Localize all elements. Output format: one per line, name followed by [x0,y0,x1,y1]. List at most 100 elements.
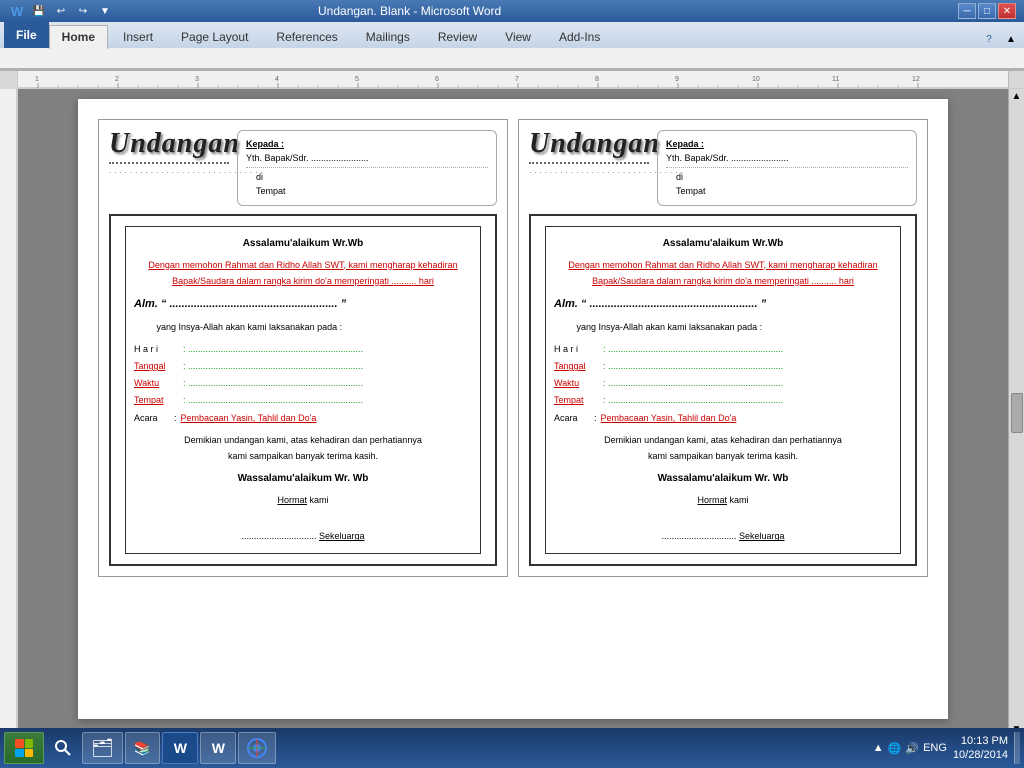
body-text-left: Dengan memohon Rahmat dan Ridho Allah SW… [134,257,472,289]
tanggal-line-right: Tanggal : ..............................… [554,358,892,374]
taskbar-word-btn[interactable]: W [162,732,198,764]
acara-colon-left: : [162,410,177,426]
svg-text:4: 4 [275,76,279,83]
speaker-icon: 🔊 [905,742,919,755]
tab-insert[interactable]: Insert [110,25,166,48]
taskbar-libraries-btn[interactable]: 📚 [125,732,160,764]
help-icon[interactable]: ? [980,30,998,48]
tab-file[interactable]: File [4,22,49,48]
show-desktop-btn[interactable] [1014,732,1020,764]
start-button[interactable] [4,732,44,764]
tab-review[interactable]: Review [425,25,490,48]
tempat-value-right: : ......................................… [603,392,783,408]
scroll-up-arrow[interactable]: ▲ [1012,91,1022,102]
redo-icon[interactable]: ↪ [74,2,92,20]
windows-logo-icon [15,739,33,757]
taskbar-explorer-btn[interactable]: 🗂 [82,732,123,764]
lang-indicator[interactable]: ENG [923,742,947,754]
vertical-scrollbar[interactable]: ▲ ▼ [1008,89,1024,737]
tempat-line-left: Tempat : ...............................… [134,392,472,408]
acara-label-right: Acara [554,410,578,426]
closing-text-left: Demikian undangan kami, atas kehadiran d… [134,432,472,464]
time-display: 10:13 PM [953,734,1008,748]
svg-text:2: 2 [115,76,119,83]
customize-qat-icon[interactable]: ▼ [96,2,114,20]
card-header-right: Undangan .............................. … [529,130,917,206]
card-body-inner-right: Assalamu'alaikum Wr.Wb Dengan memohon Ra… [545,226,901,554]
wassalam-right: Wassalamu'alaikum Wr. Wb [554,470,892,488]
save-icon[interactable]: 💾 [30,2,48,20]
clock[interactable]: 10:13 PM 10/28/2014 [953,734,1008,763]
tempat-line-right: Tempat : ...............................… [554,392,892,408]
acara-colon-right: : [582,410,597,426]
sekeluarga-line-right: .............................. Sekeluarg… [554,528,892,544]
taskbar-chrome-btn[interactable] [238,732,276,764]
ribbon: File Home Insert Page Layout References … [0,22,1024,71]
tab-references[interactable]: References [263,25,350,48]
address-box-right: Kepada : Yth. Bapak/Sdr. ...............… [657,130,917,206]
scroll-corner [1008,71,1024,88]
hormat-text-right: Hormat [697,495,727,505]
hormat-text-left: Hormat [277,495,307,505]
invitation-card-left: Undangan .............................. … [98,119,508,577]
system-tray: ▲ 🌐 🔊 ENG [873,742,947,755]
hari-value-left: : ......................................… [183,341,363,357]
waktu-label-right: Waktu [554,375,599,391]
acara-line-left: Acara : Pembacaan Yasin, Tahlil dan Do'a [134,410,472,426]
hari-label-left: H a r i [134,341,179,357]
ruler-corner [0,71,18,89]
waktu-value-right: : ......................................… [603,375,783,391]
main-area: Undangan .............................. … [0,89,1024,737]
scroll-thumb[interactable] [1011,393,1023,433]
closing-text-right: Demikian undangan kami, atas kehadiran d… [554,432,892,464]
document-page: Undangan .............................. … [78,99,948,719]
tab-addins[interactable]: Add-Ins [546,25,613,48]
minimize-ribbon-icon[interactable]: ▲ [1002,30,1020,48]
address-yth-left: Yth. Bapak/Sdr. ....................... [246,151,488,167]
document-area[interactable]: Undangan .............................. … [18,89,1008,737]
tab-view[interactable]: View [492,25,544,48]
card-header-left: Undangan .............................. … [109,130,497,206]
title-bar: W 💾 ↩ ↪ ▼ Undangan. Blank - Microsoft Wo… [0,0,1024,22]
taskbar: 🗂 📚 W W ▲ 🌐 🔊 ENG 10:13 PM 10/28/2014 [0,728,1024,768]
insya-line-left: yang Insya-Allah akan kami laksanakan pa… [134,319,472,335]
taskbar-search-icon[interactable] [46,732,80,764]
sekeluarga-dots-right: .............................. [661,531,739,541]
undangan-title-right: Undangan [529,130,649,158]
close-button[interactable]: ✕ [998,3,1016,19]
tab-home[interactable]: Home [49,25,108,49]
tempat-label-right: Tempat [554,392,599,408]
taskbar-word-icon: W [174,740,187,756]
acara-value-left: Pembacaan Yasin, Tahlil dan Do'a [181,410,317,426]
svg-text:6: 6 [435,76,439,83]
tanggal-label-right: Tanggal [554,358,599,374]
tanggal-value-left: : ......................................… [183,358,363,374]
logo-dots-left: .............................. [109,166,229,175]
tanggal-value-right: : ......................................… [603,358,783,374]
sekeluarga-text-left: Sekeluarga [319,531,365,541]
maximize-button[interactable]: □ [978,3,996,19]
hari-value-right: : ......................................… [603,341,783,357]
alm-text-left: Alm. “ .................................… [134,298,346,310]
taskbar-word2-btn[interactable]: W [200,732,236,764]
taskbar-right: ▲ 🌐 🔊 ENG 10:13 PM 10/28/2014 [873,732,1020,764]
tempat-value-left: : ......................................… [183,392,363,408]
svg-text:9: 9 [675,76,679,83]
svg-text:11: 11 [832,76,839,83]
tanggal-line-left: Tanggal : ..............................… [134,358,472,374]
address-di-right: di [666,170,908,184]
svg-text:10: 10 [752,76,760,83]
signature-space-right [554,508,892,528]
tab-page-layout[interactable]: Page Layout [168,25,261,48]
tanggal-label-left: Tanggal [134,358,179,374]
hari-line-left: H a r i : ..............................… [134,341,472,357]
undo-icon[interactable]: ↩ [52,2,70,20]
logo-dots-right: .............................. [529,166,649,175]
ribbon-placeholder [8,53,11,64]
taskbar-word2-icon: W [212,740,225,756]
minimize-button[interactable]: ─ [958,3,976,19]
acara-line-right: Acara : Pembacaan Yasin, Tahlil dan Do'a [554,410,892,426]
insya-line-right: yang Insya-Allah akan kami laksanakan pa… [554,319,892,335]
alm-line-left: Alm. “ .................................… [134,295,472,315]
tab-mailings[interactable]: Mailings [353,25,423,48]
